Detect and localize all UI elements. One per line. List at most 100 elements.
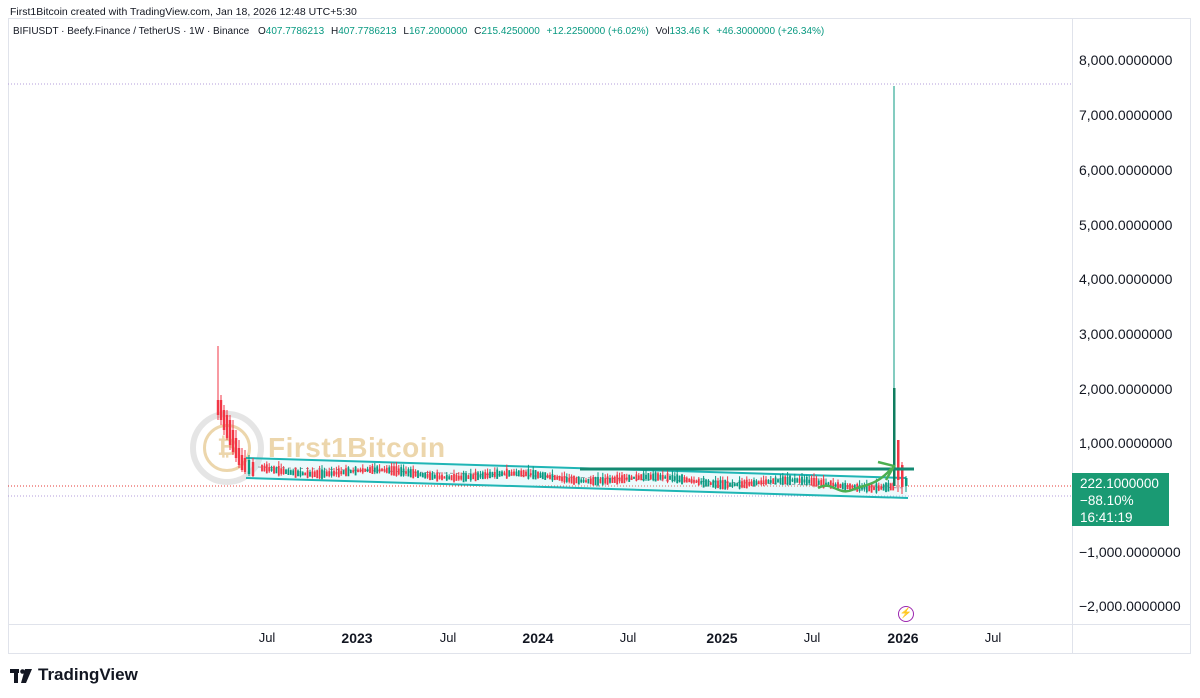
candle-body [501, 471, 503, 477]
candle-body [426, 474, 429, 478]
candle-body [705, 479, 707, 487]
candle-body [721, 480, 724, 490]
candle-body [400, 467, 403, 477]
candle-body [409, 469, 412, 478]
price-plot[interactable] [0, 0, 1200, 698]
candle-body [450, 475, 453, 481]
candle-body [841, 483, 844, 490]
candle-body [685, 477, 688, 483]
candle-body [553, 475, 556, 481]
candle-body [318, 470, 321, 479]
candle-body [673, 476, 676, 481]
candle-body [873, 486, 875, 490]
candle-body [678, 475, 681, 483]
time-axis-label: Jul [984, 630, 1002, 645]
candle-body [563, 476, 566, 483]
candle-body [237, 448, 241, 465]
candle-body [736, 483, 739, 487]
last-price-tag: 222.1000000 −88.10% 16:41:19 [1072, 473, 1169, 526]
candle-body [383, 469, 386, 472]
candle-body [601, 477, 604, 485]
last-change-percent: −88.10% [1080, 493, 1134, 508]
candle-body [558, 476, 561, 481]
candle-body [270, 468, 273, 471]
candle-body [222, 410, 226, 430]
candle-body [532, 470, 535, 479]
candle-body [438, 475, 441, 479]
candle-body [712, 480, 715, 488]
candle-body [402, 468, 405, 476]
candle-body [228, 420, 232, 445]
candle-body [755, 480, 758, 486]
candle-body [352, 470, 355, 473]
candle-body [621, 475, 623, 483]
candle-body [231, 430, 235, 452]
candle-body [366, 468, 369, 472]
candle-body [582, 479, 585, 483]
candle-body [433, 475, 436, 479]
candle-body [292, 470, 295, 476]
candle-body [870, 483, 873, 493]
price-axis-label: 2,000.0000000 [1079, 381, 1173, 397]
candle-body [580, 479, 583, 483]
candle-body [623, 474, 626, 484]
candle-body [465, 473, 467, 482]
candle-body [282, 468, 285, 475]
candle-body [801, 476, 803, 485]
candle-body [565, 477, 568, 482]
candle-body [304, 472, 307, 476]
candle-body [637, 475, 640, 480]
candle-body [489, 471, 491, 479]
candle-body [311, 471, 314, 478]
candle-body [299, 471, 302, 477]
candle-body [753, 480, 755, 487]
candle-body [527, 469, 530, 479]
candle-body [337, 468, 340, 478]
brand-name: TradingView [38, 665, 138, 684]
candle-body [693, 479, 695, 483]
candle-body [604, 478, 607, 484]
candle-body [757, 481, 760, 485]
candle-body [707, 480, 710, 487]
candle-body [510, 471, 513, 476]
candle-body [592, 477, 595, 486]
candle-body [261, 464, 263, 472]
candle-body [342, 470, 345, 475]
candle-body [357, 469, 359, 473]
candle-body [767, 479, 770, 484]
candle-body [234, 438, 238, 458]
candle-body [273, 466, 275, 474]
candle-body [390, 466, 393, 476]
tradingview-logo[interactable]: TradingView [10, 665, 138, 685]
candle-body [407, 469, 410, 477]
candle-body [613, 476, 616, 483]
candle-body [460, 475, 463, 480]
candle-body [289, 470, 292, 475]
candle-body [330, 471, 333, 476]
candle-body [808, 479, 811, 484]
flash-icon[interactable]: ⚡ [898, 606, 914, 622]
candle-body [385, 467, 388, 473]
candle-body [498, 471, 501, 477]
candle-body [556, 476, 559, 480]
candle-body [469, 473, 472, 481]
candle-body [786, 476, 789, 484]
price-axis-label: −1,000.0000000 [1079, 544, 1181, 560]
price-axis-label: 1,000.0000000 [1079, 435, 1173, 451]
candle-body [880, 486, 883, 490]
candle-body [417, 470, 419, 479]
candle-body [448, 476, 451, 480]
candle-body [889, 483, 892, 491]
candle-body [325, 471, 328, 477]
candle-body [635, 474, 638, 481]
candle-body [551, 474, 554, 481]
candle-body [537, 471, 539, 479]
candle-body [301, 472, 304, 476]
candle-body [882, 484, 885, 491]
candle-body [297, 470, 299, 477]
candle-body [769, 480, 772, 483]
candle-body [462, 472, 465, 483]
candle-body [717, 480, 719, 488]
candle-body [681, 474, 683, 485]
candle-body [508, 470, 511, 477]
